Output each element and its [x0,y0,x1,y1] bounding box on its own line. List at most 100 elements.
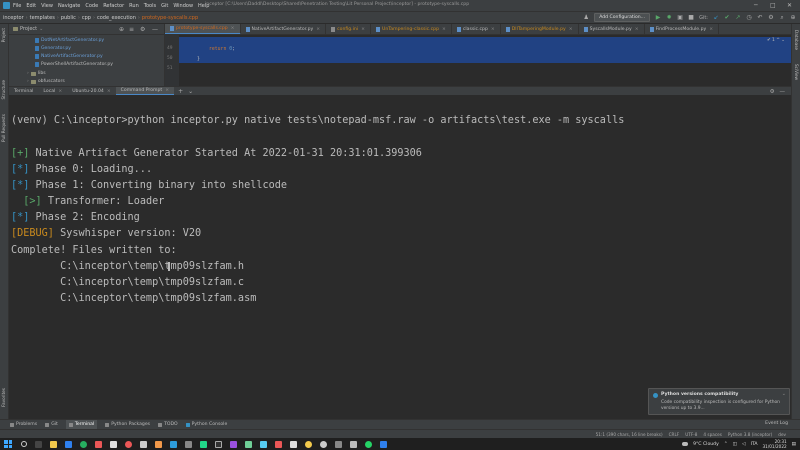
tree-item-file[interactable]: PowerShellArtifactGenerator.py [35,62,113,67]
breadcrumb-public[interactable]: public [61,15,76,21]
app-icon[interactable] [260,440,267,448]
history-icon[interactable]: ◷ [746,14,752,21]
app-icon[interactable] [320,440,327,448]
tree-item-folder[interactable]: › libs [27,71,46,76]
code-editor[interactable]: 49 50 51 return 0; } ✔ 1 ^ ⌄ [165,35,791,86]
coverage-icon[interactable]: ▣ [677,14,683,21]
close-tab-icon[interactable]: × [361,27,365,32]
editor-tab[interactable]: config.ini × [326,24,371,34]
git-branch[interactable]: dev [778,432,786,437]
tree-item-folder[interactable]: › obfuscators [27,79,65,84]
breadcrumb-inceptor[interactable]: inceptor [3,15,24,21]
line-separator[interactable]: CRLF [669,432,680,437]
favorites-tool-tab[interactable]: Favorites [1,388,6,407]
editor-tab[interactable]: FindProcessModule.py × [645,24,720,34]
app-icon[interactable] [380,440,387,448]
user-icon[interactable]: ♟ [583,14,589,21]
chevron-right-icon[interactable]: › [27,79,29,84]
python-console-button[interactable]: Python Console [185,422,227,427]
updates-icon[interactable]: ⊕ [790,14,796,21]
close-tab-icon[interactable]: × [709,27,713,32]
app-icon[interactable] [335,440,342,448]
terminal-output[interactable]: (venv) C:\inceptor>python inceptor.py na… [9,95,791,419]
database-tool-tab[interactable]: Database [794,30,799,50]
gear-icon[interactable]: ⚙ [770,89,775,95]
editor-tab[interactable]: DllTamperingModule.py × [501,24,579,34]
close-tab-icon[interactable]: × [442,27,446,32]
app-icon[interactable] [245,440,252,448]
vscode-icon[interactable] [170,440,177,448]
add-configuration-button[interactable]: Add Configuration... [594,13,651,22]
structure-tool-tab[interactable]: Structure [1,80,6,99]
project-panel-title[interactable]: Project [20,26,37,32]
settings-icon[interactable]: ⚙ [768,14,774,21]
git-update-icon[interactable]: ↙ [713,14,719,21]
collapse-all-icon[interactable]: ≡ [129,26,134,33]
todo-button[interactable]: TODO [158,422,178,427]
close-tab-icon[interactable]: × [491,27,495,32]
menu-git[interactable]: Git [161,3,168,9]
debug-icon[interactable]: ✹ [666,14,672,21]
menu-edit[interactable]: Edit [26,3,36,9]
breadcrumb-cpp[interactable]: cpp [82,15,91,21]
close-icon[interactable]: ⌄ [782,391,786,397]
network-icon[interactable]: ◫ [733,442,737,447]
editor-tab[interactable]: UnTampering-classic.cpp × [371,24,452,34]
hide-panel-icon[interactable]: — [780,89,786,95]
app-icon[interactable] [305,440,312,448]
project-tool-tab[interactable]: Project [1,28,6,42]
minimize-button[interactable]: ─ [754,2,758,9]
mail-icon[interactable] [65,440,72,448]
pull-requests-tool-tab[interactable]: Pull Requests [1,114,6,142]
task-view-icon[interactable] [35,440,42,448]
event-log-button[interactable]: Event Log [765,421,788,426]
menu-refactor[interactable]: Refactor [103,3,124,9]
tray-arrow-icon[interactable]: ⌃ [724,442,728,447]
run-icon[interactable]: ▶ [655,14,661,21]
menu-navigate[interactable]: Navigate [58,3,80,9]
pycharm-icon[interactable] [200,440,207,448]
app-icon[interactable] [185,440,192,448]
breadcrumb-templates[interactable]: templates [30,15,55,21]
search-icon[interactable] [21,441,27,447]
stop-icon[interactable]: ■ [688,14,694,21]
menu-tools[interactable]: Tools [144,3,156,9]
terminal-button[interactable]: Terminal [65,420,98,429]
tree-item-file[interactable]: Generator.py [35,46,71,51]
hide-panel-icon[interactable]: — [152,26,158,33]
tree-item-file[interactable]: NativeArtifactGenerator.py [35,54,103,59]
menu-run[interactable]: Run [129,3,139,9]
tree-item-file[interactable]: DotNetArtifactGenerator.py [35,38,104,43]
clock[interactable]: 20:31 31/01/2022 [763,439,787,449]
editor-tab[interactable]: classic.cpp × [452,24,501,34]
editor-tab[interactable]: prototype-syscalls.cpp × [165,24,241,34]
editor-tab[interactable]: NativeArtifactGenerator.py × [241,24,327,34]
python-packages-button[interactable]: Python Packages [105,422,150,427]
app-icon[interactable] [155,440,162,448]
indent-setting[interactable]: 4 spaces [703,432,721,437]
app-icon[interactable] [290,440,297,448]
app-icon[interactable] [95,440,102,448]
git-push-icon[interactable]: ↗ [735,14,741,21]
app-icon[interactable] [110,440,117,448]
editor-tab[interactable]: SyscallsModule.py × [579,24,645,34]
problems-button[interactable]: Problems [10,422,37,427]
file-explorer-icon[interactable] [50,440,57,448]
windows-start-icon[interactable] [4,440,12,448]
sciview-tool-tab[interactable]: SciView [794,64,799,80]
rollback-icon[interactable]: ↶ [757,14,763,21]
search-icon[interactable]: ⌕ [779,14,785,22]
maximize-button[interactable]: □ [770,2,776,9]
git-commit-icon[interactable]: ✔ [724,14,730,21]
notifications-icon[interactable]: ▤ [792,442,796,447]
app-icon[interactable] [140,440,147,448]
menu-view[interactable]: View [41,3,53,9]
inspection-widget[interactable]: ✔ 1 ^ ⌄ [767,38,785,43]
new-tab-icon[interactable]: + [178,88,183,95]
file-encoding[interactable]: UTF-8 [685,432,697,437]
close-tab-icon[interactable]: × [569,27,573,32]
close-tab-icon[interactable]: × [316,27,320,32]
close-window-button[interactable]: ✕ [787,2,792,9]
pdf-icon[interactable] [275,440,282,448]
close-tab-icon[interactable]: × [107,89,111,94]
